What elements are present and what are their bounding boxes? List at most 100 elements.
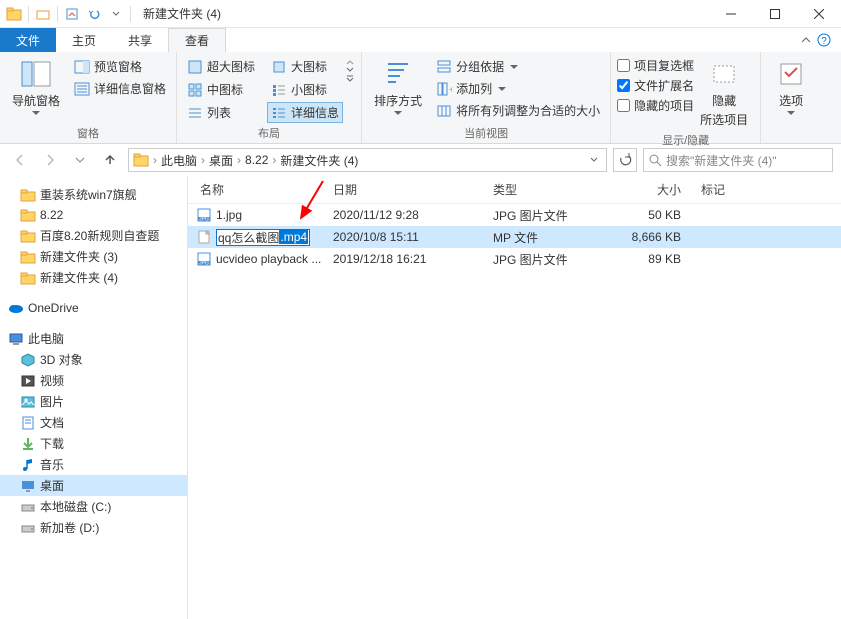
tree-item[interactable]: 8.22 [0,205,187,225]
recent-locations-button[interactable] [68,148,92,172]
tab-share[interactable]: 共享 [112,28,168,52]
tree-item[interactable]: 新建文件夹 (3) [0,246,187,267]
qat-dropdown-icon[interactable] [106,4,126,24]
ribbon-collapse-icon[interactable] [801,35,811,45]
picture-icon [20,394,36,410]
tree-item[interactable]: 下载 [0,433,187,454]
layout-scroll-up-icon[interactable] [345,58,355,66]
tab-file[interactable]: 文件 [0,28,56,52]
minimize-button[interactable] [709,0,753,28]
tab-home[interactable]: 主页 [56,28,112,52]
desktop-icon [20,478,36,494]
small-icons-button[interactable]: 小图标 [267,79,343,100]
tree-item[interactable]: 重装系统win7旗舰 [0,184,187,205]
file-icon [196,229,212,245]
ribbon-group-show-hide: 项目复选框 文件扩展名 隐藏的项目 隐藏 所选项目 显示/隐藏 [611,52,761,143]
close-button[interactable] [797,0,841,28]
group-by-button[interactable]: 分组依据 [432,56,604,77]
sort-button[interactable]: 排序方式 [368,56,428,117]
folder-icon [20,207,36,223]
tree-onedrive[interactable]: OneDrive [0,298,187,318]
chevron-right-icon[interactable]: › [151,153,159,167]
nav-pane-button[interactable]: 导航窗格 [6,56,66,117]
tree-item[interactable]: 3D 对象 [0,349,187,370]
up-button[interactable] [98,148,122,172]
back-button[interactable] [8,148,32,172]
refresh-button[interactable] [613,148,637,172]
breadcrumb-root-icon[interactable] [131,152,151,168]
folder-icon [20,228,36,244]
chevron-right-icon[interactable]: › [270,153,278,167]
file-row[interactable]: JPG1.jpg2020/11/12 9:28JPG 图片文件50 KB [188,204,841,226]
breadcrumb-folder2[interactable]: 新建文件夹 (4) [278,152,360,169]
hide-selected-button[interactable]: 隐藏 所选项目 [694,56,754,130]
column-headers[interactable]: 名称 日期 类型 大小 标记 [188,176,841,204]
folder-icon [4,4,24,24]
hidden-items-checkbox[interactable]: 隐藏的项目 [617,96,694,115]
column-type[interactable]: 类型 [493,181,613,198]
item-checkboxes-checkbox[interactable]: 项目复选框 [617,56,694,75]
medium-icons-button[interactable]: 中图标 [183,79,259,100]
breadcrumb-desktop[interactable]: 桌面 [207,152,235,169]
file-icon: JPG [196,251,212,267]
options-button[interactable]: 选项 [767,56,815,117]
help-icon[interactable]: ? [817,33,831,47]
details-view-button[interactable]: 详细信息 [267,102,343,123]
tree-item[interactable]: 文档 [0,412,187,433]
column-name[interactable]: 名称 [188,181,333,198]
ribbon-group-pane: 导航窗格 预览窗格 详细信息窗格 窗格 [0,52,177,143]
tree-item[interactable]: 本地磁盘 (C:) [0,496,187,517]
drive-icon [20,499,36,515]
svg-text:JPG: JPG [199,261,209,267]
layout-scroll-down-icon[interactable] [345,66,355,74]
file-row[interactable]: JPGucvideo playback ...2019/12/18 16:21J… [188,248,841,270]
details-pane-button[interactable]: 详细信息窗格 [70,78,170,99]
address-dropdown-icon[interactable] [584,156,604,164]
tree-item[interactable]: 百度8.20新规则自查题 [0,225,187,246]
address-bar[interactable]: › 此电脑 › 桌面 › 8.22 › 新建文件夹 (4) [128,148,607,172]
file-icon: JPG [196,207,212,223]
search-icon [648,153,662,167]
download-icon [20,436,36,452]
tree-item[interactable]: 图片 [0,391,187,412]
qat-folder-icon[interactable] [33,4,53,24]
maximize-button[interactable] [753,0,797,28]
tree-item[interactable]: 视频 [0,370,187,391]
tree-item[interactable]: 桌面 [0,475,187,496]
tab-view[interactable]: 查看 [168,28,226,52]
chevron-right-icon[interactable]: › [235,153,243,167]
forward-button[interactable] [38,148,62,172]
ribbon-group-current-view: 排序方式 分组依据 +添加列 将所有列调整为合适的大小 当前视图 [362,52,611,143]
column-tag[interactable]: 标记 [693,181,841,198]
list-button[interactable]: 列表 [183,102,259,123]
breadcrumb-pc[interactable]: 此电脑 [159,152,199,169]
video-icon [20,373,36,389]
tree-item[interactable]: 音乐 [0,454,187,475]
column-date[interactable]: 日期 [333,181,493,198]
3d-icon [20,352,36,368]
xlarge-icons-button[interactable]: 超大图标 [183,56,259,77]
large-icons-button[interactable]: 大图标 [267,56,343,77]
qat-undo-icon[interactable] [84,4,104,24]
ribbon-group-layout: 超大图标 大图标 中图标 小图标 列表 详细信息 布局 [177,52,362,143]
add-columns-button[interactable]: +添加列 [432,78,604,99]
tree-item[interactable]: 新加卷 (D:) [0,517,187,538]
navigation-tree[interactable]: 重装系统win7旗舰8.22百度8.20新规则自查题新建文件夹 (3)新建文件夹… [0,176,188,619]
chevron-right-icon[interactable]: › [199,153,207,167]
preview-pane-button[interactable]: 预览窗格 [70,56,170,77]
rename-input[interactable]: qq怎么截图.mp4 [216,229,310,246]
titlebar: 新建文件夹 (4) [0,0,841,28]
breadcrumb-folder1[interactable]: 8.22 [243,153,270,167]
size-columns-button[interactable]: 将所有列调整为合适的大小 [432,100,604,121]
qat-properties-icon[interactable] [62,4,82,24]
file-extensions-checkbox[interactable]: 文件扩展名 [617,76,694,95]
column-size[interactable]: 大小 [613,181,693,198]
tree-this-pc[interactable]: 此电脑 [0,328,187,349]
layout-more-icon[interactable] [345,74,355,82]
search-input[interactable]: 搜索"新建文件夹 (4)" [643,148,833,172]
file-row[interactable]: qq怎么截图.mp42020/10/8 15:11MP 文件8,666 KB [188,226,841,248]
svg-text:?: ? [821,36,827,47]
file-list[interactable]: JPG1.jpg2020/11/12 9:28JPG 图片文件50 KBqq怎么… [188,204,841,619]
tree-item[interactable]: 新建文件夹 (4) [0,267,187,288]
drive-icon [20,520,36,536]
